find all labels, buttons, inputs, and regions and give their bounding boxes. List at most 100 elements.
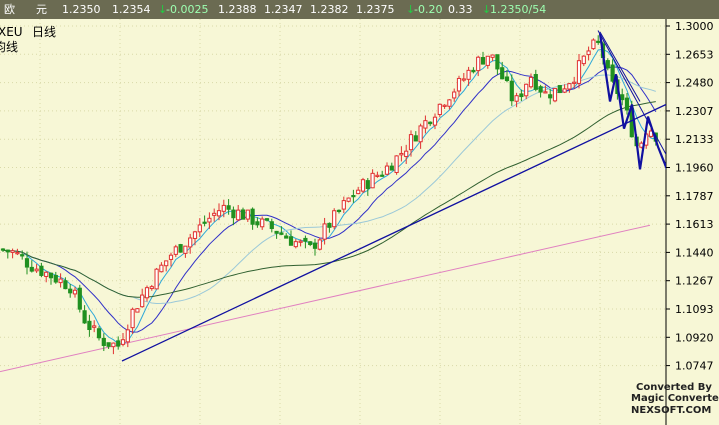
y-axis-ticks: 1.3000 1.2653 1.2480 1.2307 1.2133 1.1960 1.17…	[666, 20, 714, 373]
candle-body	[624, 97, 630, 111]
chart-indicator: 均线	[0, 40, 18, 54]
candle-body	[245, 209, 250, 220]
candle-body	[591, 39, 596, 50]
candle-body	[461, 78, 466, 81]
candle-body	[360, 179, 366, 192]
candle-body	[226, 205, 231, 210]
candle-body	[519, 93, 524, 98]
chart-symbol: XEU	[0, 25, 23, 39]
candle-body	[144, 287, 150, 299]
candle-body	[255, 221, 260, 226]
candle-body	[135, 308, 140, 313]
candle-body	[159, 264, 164, 273]
candle-body	[183, 245, 188, 254]
candle-body	[605, 60, 610, 69]
candle-body	[404, 150, 409, 157]
candle-body	[610, 64, 615, 82]
candle-body	[0, 248, 6, 251]
candle-body	[24, 258, 30, 268]
candle-body	[63, 280, 68, 290]
candle-body	[336, 209, 342, 213]
candle-body	[538, 86, 543, 93]
candle-body	[543, 91, 548, 94]
y-tick-label: 1.0920	[675, 331, 714, 344]
candle-body	[197, 224, 202, 233]
watermark-line-1: Converted By	[636, 382, 712, 393]
candle-body	[44, 271, 49, 277]
candle-body	[370, 172, 375, 189]
candle-body	[221, 204, 226, 212]
y-tick-label: 1.1787	[675, 190, 714, 203]
candle-body	[466, 69, 471, 80]
candle-body	[528, 76, 534, 88]
candle-body	[178, 244, 183, 253]
candle-body	[447, 99, 452, 107]
y-tick-label: 1.1613	[675, 218, 714, 231]
candle-body	[207, 217, 212, 223]
candle-body	[384, 165, 390, 175]
candle-body	[495, 54, 500, 70]
candle-body	[82, 310, 87, 324]
candle-body	[576, 60, 582, 84]
candle-body	[10, 250, 15, 253]
chart-window: 欧 元 1.2350 1.2354 ↓ -0.0025 1.2388 1.234…	[0, 0, 719, 425]
candle-body	[442, 104, 447, 107]
candle-body	[620, 94, 625, 101]
candle-body	[504, 76, 510, 82]
y-tick-label: 1.2653	[675, 48, 714, 61]
candle-body	[428, 121, 433, 125]
candle-body	[356, 189, 361, 195]
candle-body	[524, 83, 529, 97]
candle-body	[312, 242, 318, 249]
candle-body	[68, 288, 73, 294]
candle-body	[192, 231, 198, 239]
candle-body	[164, 260, 169, 267]
candle-body	[581, 55, 586, 65]
candle-body	[72, 289, 78, 295]
candle-body	[106, 342, 111, 347]
candle-body	[341, 200, 346, 210]
candle-body	[408, 134, 414, 151]
candle-body	[332, 210, 337, 228]
candle-body	[216, 210, 222, 217]
candle-body	[456, 77, 462, 92]
candle-body	[154, 268, 159, 290]
candle-body	[298, 240, 303, 243]
candle-body	[557, 85, 562, 94]
candle-body	[418, 125, 423, 143]
candle-body	[327, 222, 332, 228]
price-chart: 1.3000 1.2653 1.2480 1.2307 1.2133 1.1960 1.17…	[0, 19, 719, 425]
candle-body	[236, 209, 241, 221]
candle-body	[572, 81, 577, 84]
candle-body	[173, 246, 178, 255]
candle-body	[552, 88, 558, 102]
candle-body	[149, 286, 154, 290]
candle-body	[58, 278, 63, 284]
y-tick-label: 1.3000	[675, 20, 714, 33]
candle-body	[269, 221, 274, 230]
candle-body	[188, 237, 193, 248]
candle-body	[380, 174, 385, 177]
candle-body	[452, 91, 457, 99]
candle-body	[250, 208, 255, 225]
candle-body	[101, 337, 106, 346]
y-tick-label: 1.1440	[675, 246, 714, 259]
candle-body	[202, 221, 207, 224]
candle-body	[120, 339, 126, 345]
candle-body	[413, 135, 418, 142]
candle-body	[92, 325, 97, 328]
candle-body	[260, 218, 265, 228]
candle-body	[29, 266, 34, 272]
candle-body	[303, 237, 308, 242]
candle-body	[293, 241, 298, 248]
candle-body	[562, 88, 567, 93]
candle-body	[130, 308, 135, 329]
candle-body	[375, 174, 380, 177]
candle-body	[34, 268, 39, 272]
y-tick-label: 1.0747	[675, 360, 714, 373]
candle-body	[264, 218, 270, 221]
candle-body	[389, 165, 394, 171]
candle-body	[308, 241, 313, 246]
candle-body	[399, 152, 404, 156]
candle-body	[500, 67, 505, 80]
